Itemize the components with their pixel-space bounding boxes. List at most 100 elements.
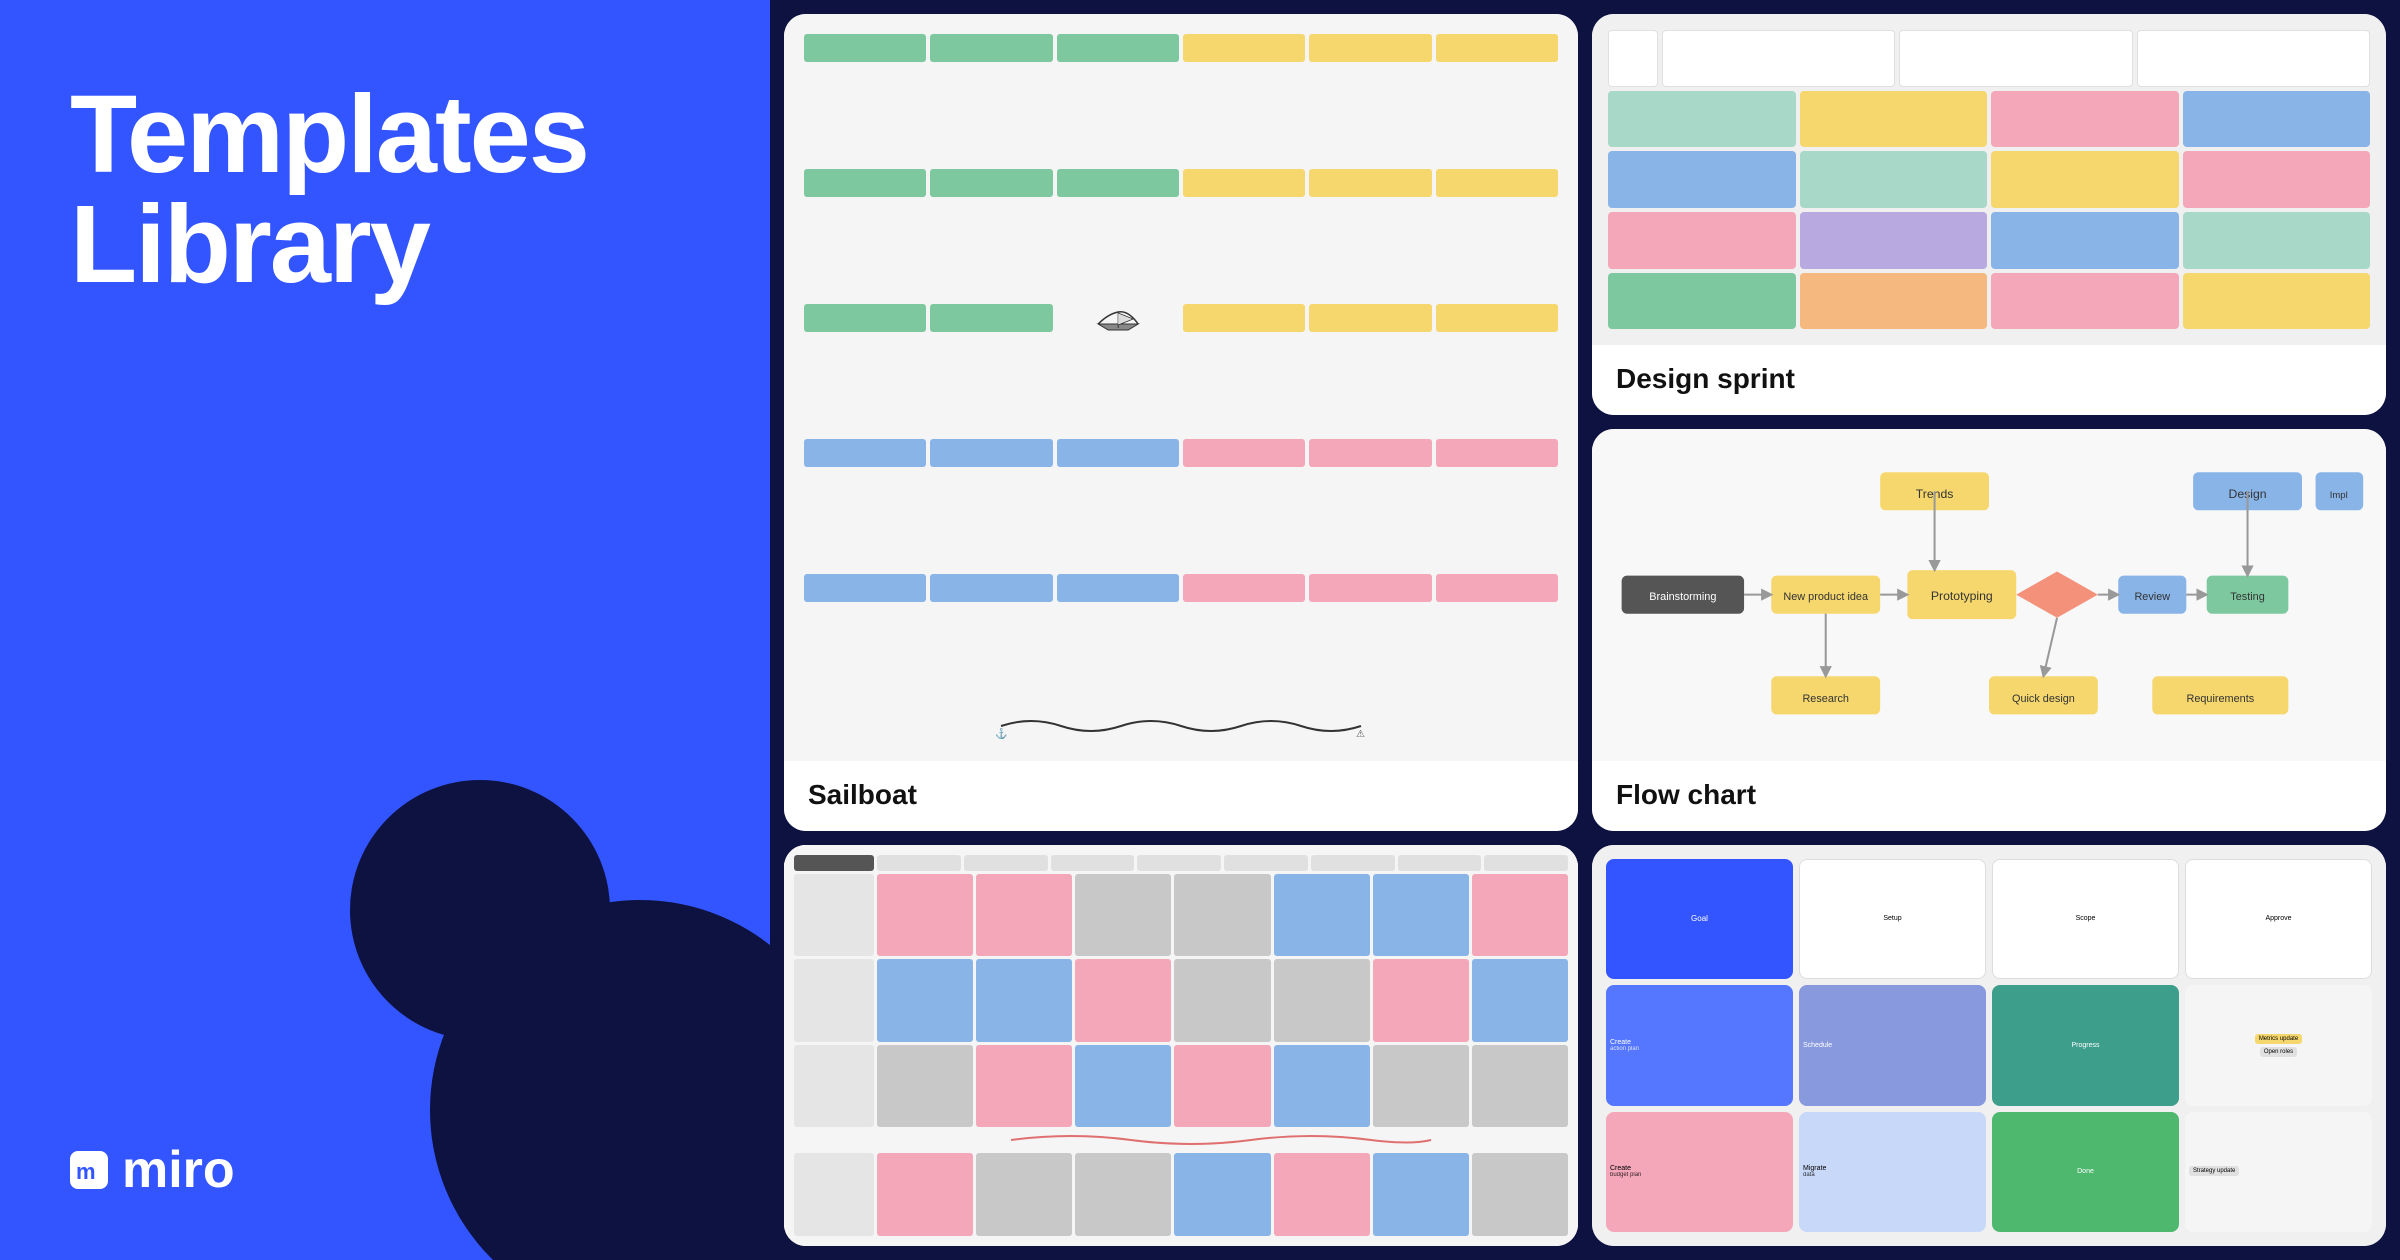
svg-text:⚓: ⚓ <box>995 727 1007 740</box>
bl-cell <box>877 874 973 957</box>
sb-cell <box>1436 304 1558 332</box>
sb-cell <box>804 169 926 197</box>
sb-cell <box>804 574 926 602</box>
page-title: Templates Library <box>70 80 700 300</box>
bl-header-cell <box>1051 855 1135 871</box>
ds-row <box>1608 151 2370 208</box>
bl-cell <box>1075 959 1171 1042</box>
bl-header-cell <box>794 855 874 871</box>
bl-cell <box>877 959 973 1042</box>
br-card: Scope <box>1992 859 2179 979</box>
sb-cell <box>930 574 1052 602</box>
bl-cell <box>877 1153 973 1236</box>
bl-cell <box>976 959 1072 1042</box>
ds-cell <box>1800 273 1988 330</box>
bl-cell <box>1472 959 1568 1042</box>
flowchart-preview: Trends Design Impl Brainstorming New pro… <box>1592 429 2386 760</box>
flowchart-diagram: Trends Design Impl Brainstorming New pro… <box>1608 445 2370 744</box>
ds-row <box>1608 30 2370 87</box>
bl-row-label <box>794 874 874 957</box>
sb-cell <box>1309 574 1431 602</box>
bl-row-label <box>794 959 874 1042</box>
ds-cell <box>1800 91 1988 148</box>
br-card: Schedule <box>1799 985 1986 1105</box>
sb-cell <box>930 34 1052 62</box>
sailboat-grid <box>804 34 1558 705</box>
bl-header-cell <box>964 855 1048 871</box>
sb-cell <box>1436 34 1558 62</box>
sb-cell <box>1183 574 1305 602</box>
bl-cell <box>1075 1153 1171 1236</box>
br-card: Strategy update <box>2185 1112 2372 1232</box>
ds-cell <box>2183 151 2371 208</box>
svg-text:Testing: Testing <box>2230 591 2264 603</box>
ds-cell <box>2183 212 2371 269</box>
sb-cell <box>930 169 1052 197</box>
br-card: Setup <box>1799 859 1986 979</box>
bl-cell <box>1174 1045 1270 1128</box>
design-sprint-card[interactable]: Design sprint <box>1592 14 2386 415</box>
bl-cell <box>1075 874 1171 957</box>
ds-row <box>1608 212 2370 269</box>
sb-cell <box>1183 34 1305 62</box>
br-card: Done <box>1992 1112 2179 1232</box>
ds-cell <box>1608 91 1796 148</box>
br-card: Metrics update Open roles <box>2185 985 2372 1105</box>
svg-text:Brainstorming: Brainstorming <box>1649 591 1716 603</box>
bl-cell <box>1274 1153 1370 1236</box>
sb-cell <box>1309 439 1431 467</box>
bottom-right-preview: Goal Setup Scope Approve Create action p… <box>1592 845 2386 1246</box>
ds-cell <box>1991 151 2179 208</box>
ds-cell <box>1608 273 1796 330</box>
flowchart-card[interactable]: Trends Design Impl Brainstorming New pro… <box>1592 429 2386 830</box>
svg-text:m: m <box>76 1159 96 1184</box>
bl-row <box>794 959 1568 1042</box>
ds-row <box>1608 91 2370 148</box>
boat-icon <box>1057 304 1179 332</box>
bl-cell <box>1174 874 1270 957</box>
bl-cell <box>1373 1045 1469 1128</box>
bl-cell <box>1274 959 1370 1042</box>
sb-cell <box>1309 169 1431 197</box>
bl-cell <box>877 1045 973 1128</box>
ds-cell <box>1899 30 2132 87</box>
sb-cell <box>1436 439 1558 467</box>
bl-row <box>794 874 1568 957</box>
bottom-left-preview <box>784 845 1578 1246</box>
bl-cell <box>1274 874 1370 957</box>
bl-cell <box>976 874 1072 957</box>
sb-cell <box>1183 439 1305 467</box>
sb-cell <box>1436 169 1558 197</box>
sb-cell <box>930 304 1052 332</box>
svg-text:Review: Review <box>2134 591 2170 603</box>
svg-text:Quick design: Quick design <box>2012 693 2075 705</box>
br-card: Migrate data <box>1799 1112 1986 1232</box>
bl-cell <box>1373 959 1469 1042</box>
bottom-right-card[interactable]: Goal Setup Scope Approve Create action p… <box>1592 845 2386 1246</box>
bottom-left-card[interactable] <box>784 845 1578 1246</box>
journey-wave <box>794 1130 1568 1150</box>
sb-cell <box>1057 34 1179 62</box>
design-sprint-label: Design sprint <box>1592 345 2386 415</box>
bl-cell <box>1274 1045 1370 1128</box>
svg-text:⚠: ⚠ <box>1356 729 1365 740</box>
sb-cell <box>1436 574 1558 602</box>
svg-text:Prototyping: Prototyping <box>1931 589 1993 603</box>
sb-cell <box>804 439 926 467</box>
sb-cell <box>1309 304 1431 332</box>
bl-header <box>794 855 1568 871</box>
bl-row <box>794 1153 1568 1236</box>
sb-cell <box>1309 34 1431 62</box>
ds-cell <box>1991 91 2179 148</box>
sailboat-card[interactable]: ⚓ ⚠ Sailboat <box>784 14 1578 831</box>
ds-cell <box>1662 30 1895 87</box>
bl-cell <box>1174 959 1270 1042</box>
bl-header-cell <box>1311 855 1395 871</box>
left-panel: Templates Library m miro <box>0 0 770 1260</box>
ds-cell <box>1800 212 1988 269</box>
bl-cell <box>1472 1153 1568 1236</box>
ds-cell <box>2183 91 2371 148</box>
sailboat-label: Sailboat <box>784 761 1578 831</box>
sailboat-preview: ⚓ ⚠ <box>784 14 1578 761</box>
miro-logo: m miro <box>70 1140 700 1200</box>
